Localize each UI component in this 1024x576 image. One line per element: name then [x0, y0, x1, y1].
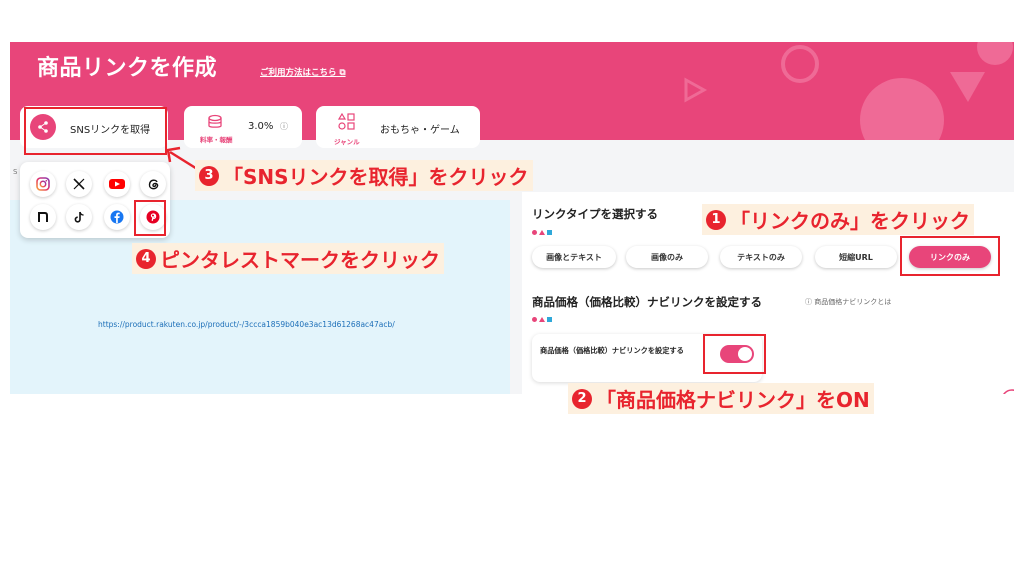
link-type-option-short-url[interactable]: 短縮URL	[815, 246, 897, 268]
page-title: 商品リンクを作成	[37, 56, 218, 81]
callout-text: 「リンクのみ」をクリック	[730, 209, 970, 233]
label-fragment: S	[13, 168, 18, 176]
decor-dots	[532, 230, 552, 235]
callout-text: 「SNSリンクを取得」をクリック	[223, 165, 529, 189]
external-link-icon: ⧉	[339, 68, 346, 78]
coins-icon	[208, 114, 222, 128]
callout-text: ピンタレストマークをクリック	[160, 248, 440, 272]
callout-step-4: 4 ピンタレストマークをクリック	[132, 243, 444, 274]
price-nav-card-text: 商品価格（価格比較）ナビリンクを設定する	[540, 346, 684, 355]
preview-url[interactable]: https://product.rakuten.co.jp/product/-/…	[98, 320, 395, 329]
highlight-link-only	[900, 236, 1000, 276]
fee-value: 3.0%	[248, 121, 274, 132]
info-icon[interactable]: ⓘ	[280, 121, 288, 132]
price-nav-info[interactable]: ⓘ 商品価格ナビリンクとは	[805, 297, 891, 307]
highlight-pinterest	[134, 200, 166, 236]
note-icon[interactable]	[30, 204, 56, 230]
shapes-icon	[338, 113, 355, 130]
callout-step-3: 3 「SNSリンクを取得」をクリック	[195, 160, 533, 191]
price-nav-info-label: 商品価格ナビリンクとは	[814, 298, 892, 306]
link-type-option-image-only[interactable]: 画像のみ	[626, 246, 708, 268]
help-link[interactable]: ご利用方法はこちら ⧉	[260, 66, 346, 78]
callout-step-2: 2 「商品価格ナビリンク」をON	[568, 383, 874, 414]
callout-text: 「商品価格ナビリンク」をON	[596, 388, 870, 412]
link-type-heading: リンクタイプを選択する	[532, 207, 659, 221]
help-link-label: ご利用方法はこちら	[260, 68, 337, 78]
instagram-icon[interactable]	[30, 171, 56, 197]
step-number: 2	[572, 388, 592, 409]
facebook-icon[interactable]	[104, 204, 130, 230]
link-type-option-image-text[interactable]: 画像とテキスト	[532, 246, 616, 268]
step-number: 3	[199, 165, 219, 186]
genre-value: おもちゃ・ゲーム	[380, 125, 460, 136]
x-icon[interactable]	[66, 171, 92, 197]
price-nav-heading: 商品価格（価格比較）ナビリンクを設定する	[532, 295, 762, 309]
youtube-icon[interactable]	[104, 171, 130, 197]
tiktok-icon[interactable]	[66, 204, 92, 230]
link-type-option-text-only[interactable]: テキストのみ	[720, 246, 802, 268]
genre-sub-label: ジャンル	[334, 138, 360, 146]
decor-dots	[532, 317, 552, 322]
step-number: 4	[136, 248, 156, 269]
highlight-sns-card	[24, 107, 167, 155]
highlight-toggle	[703, 334, 766, 374]
partial-circle-decoration	[1003, 389, 1014, 394]
callout-step-1: 1 「リンクのみ」をクリック	[702, 204, 974, 235]
genre-card: ジャンル おもちゃ・ゲーム	[316, 106, 480, 148]
step-number: 1	[706, 209, 726, 230]
info-icon: ⓘ	[805, 298, 815, 306]
